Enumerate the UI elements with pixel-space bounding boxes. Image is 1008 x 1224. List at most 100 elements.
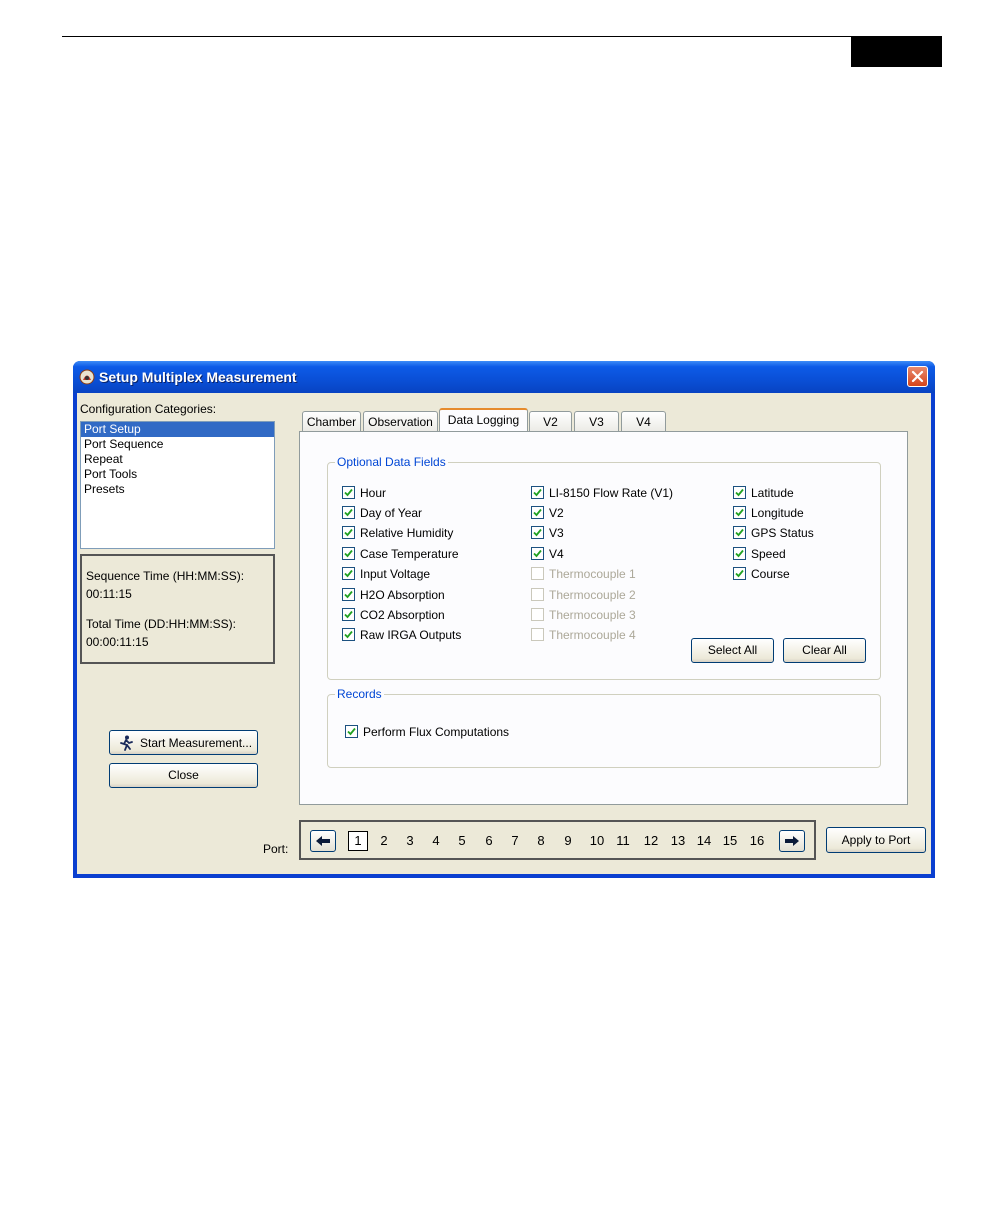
checkmark-icon xyxy=(735,569,744,578)
checkmark-icon xyxy=(735,508,744,517)
port-number-1[interactable]: 1 xyxy=(348,831,368,851)
previous-port-button[interactable] xyxy=(310,830,336,852)
licor-app-icon xyxy=(79,369,95,385)
field-raw-irga-outputs-checkbox[interactable] xyxy=(342,628,355,641)
field-day-of-year-checkbox[interactable] xyxy=(342,506,355,519)
next-port-button[interactable] xyxy=(779,830,805,852)
arrow-right-icon xyxy=(785,836,799,846)
field-v3-checkbox[interactable] xyxy=(531,526,544,539)
title-bar[interactable]: Setup Multiplex Measurement xyxy=(73,361,935,393)
arrow-left-icon xyxy=(316,836,330,846)
apply-to-port-button[interactable]: Apply to Port xyxy=(826,827,926,853)
field-gps-status-label: GPS Status xyxy=(751,526,814,540)
port-number-15[interactable]: 15 xyxy=(719,833,741,848)
page-header-rule xyxy=(62,36,942,37)
page-section-tab xyxy=(851,37,942,67)
field-h2o-absorption-checkbox[interactable] xyxy=(342,588,355,601)
field-v2-checkbox[interactable] xyxy=(531,506,544,519)
field-v4-label: V4 xyxy=(549,547,564,561)
port-number-2[interactable]: 2 xyxy=(373,833,395,848)
field-course-checkbox[interactable] xyxy=(733,567,746,580)
port-number-4[interactable]: 4 xyxy=(425,833,447,848)
port-number-13[interactable]: 13 xyxy=(667,833,689,848)
clear-all-button[interactable]: Clear All xyxy=(783,638,866,663)
field-input-voltage-checkbox[interactable] xyxy=(342,567,355,580)
tab-v3[interactable]: V3 xyxy=(574,411,619,431)
category-repeat[interactable]: Repeat xyxy=(81,452,274,467)
field-thermocouple-3-label: Thermocouple 3 xyxy=(549,608,636,622)
field-speed-label: Speed xyxy=(751,547,786,561)
data-logging-panel: Optional Data Fields Hour Day of Year Rela… xyxy=(299,431,908,805)
field-v2-label: V2 xyxy=(549,506,564,520)
checkmark-icon xyxy=(344,488,353,497)
close-icon xyxy=(911,370,924,383)
checkmark-icon xyxy=(344,569,353,578)
field-thermocouple-4-checkbox xyxy=(531,628,544,641)
category-port-tools[interactable]: Port Tools xyxy=(81,467,274,482)
field-thermocouple-3-checkbox xyxy=(531,608,544,621)
field-course-label: Course xyxy=(751,567,790,581)
field-hour-checkbox[interactable] xyxy=(342,486,355,499)
start-measurement-button[interactable]: Start Measurement... xyxy=(109,730,258,755)
category-port-sequence[interactable]: Port Sequence xyxy=(81,437,274,452)
field-case-temperature-label: Case Temperature xyxy=(360,547,459,561)
checkmark-icon xyxy=(344,590,353,599)
field-case-temperature-checkbox[interactable] xyxy=(342,547,355,560)
checkmark-icon xyxy=(533,528,542,537)
sequence-time-value: 00:11:15 xyxy=(86,587,132,601)
port-number-7[interactable]: 7 xyxy=(504,833,526,848)
port-number-12[interactable]: 12 xyxy=(640,833,662,848)
port-number-16[interactable]: 16 xyxy=(746,833,768,848)
select-all-button[interactable]: Select All xyxy=(691,638,774,663)
field-thermocouple-2-checkbox xyxy=(531,588,544,601)
port-label: Port: xyxy=(263,842,289,856)
checkmark-icon xyxy=(735,488,744,497)
field-latitude-checkbox[interactable] xyxy=(733,486,746,499)
field-v4-checkbox[interactable] xyxy=(531,547,544,560)
running-person-icon xyxy=(120,735,133,751)
tab-data-logging[interactable]: Data Logging xyxy=(439,408,528,431)
setup-multiplex-window: Setup Multiplex Measurement Configuratio… xyxy=(73,361,935,878)
checkmark-icon xyxy=(344,630,353,639)
window-close-button[interactable] xyxy=(907,366,928,387)
port-number-3[interactable]: 3 xyxy=(399,833,421,848)
field-longitude-label: Longitude xyxy=(751,506,804,520)
field-speed-checkbox[interactable] xyxy=(733,547,746,560)
port-number-11[interactable]: 11 xyxy=(612,833,634,848)
window-client-area: Configuration Categories: Port Setup Por… xyxy=(77,393,931,874)
close-button[interactable]: Close xyxy=(109,763,258,788)
category-port-setup[interactable]: Port Setup xyxy=(81,422,274,437)
tab-chamber[interactable]: Chamber xyxy=(302,411,361,431)
port-number-5[interactable]: 5 xyxy=(451,833,473,848)
perform-flux-checkbox[interactable] xyxy=(345,725,358,738)
port-number-6[interactable]: 6 xyxy=(478,833,500,848)
perform-flux-label: Perform Flux Computations xyxy=(363,725,510,739)
port-number-10[interactable]: 10 xyxy=(586,833,608,848)
categories-listbox[interactable]: Port Setup Port Sequence Repeat Port Too… xyxy=(80,421,275,549)
tab-v2[interactable]: V2 xyxy=(529,411,572,431)
checkmark-icon xyxy=(347,727,356,736)
field-raw-irga-outputs-label: Raw IRGA Outputs xyxy=(360,628,462,642)
field-co2-absorption-checkbox[interactable] xyxy=(342,608,355,621)
field-co2-absorption-label: CO2 Absorption xyxy=(360,608,445,622)
optional-data-fields-title: Optional Data Fields xyxy=(335,455,448,469)
tab-v4[interactable]: V4 xyxy=(621,411,666,431)
sequence-time-label: Sequence Time (HH:MM:SS): xyxy=(86,569,245,583)
checkmark-icon xyxy=(344,508,353,517)
checkmark-icon xyxy=(344,528,353,537)
port-number-14[interactable]: 14 xyxy=(693,833,715,848)
field-longitude-checkbox[interactable] xyxy=(733,506,746,519)
tab-observation[interactable]: Observation xyxy=(363,411,438,431)
checkmark-icon xyxy=(735,528,744,537)
field-h2o-absorption-label: H2O Absorption xyxy=(360,588,445,602)
port-number-8[interactable]: 8 xyxy=(530,833,552,848)
field-thermocouple-4-label: Thermocouple 4 xyxy=(549,628,636,642)
start-measurement-label: Start Measurement... xyxy=(140,736,253,750)
checkmark-icon xyxy=(735,549,744,558)
field-relative-humidity-checkbox[interactable] xyxy=(342,526,355,539)
field-gps-status-checkbox[interactable] xyxy=(733,526,746,539)
category-presets[interactable]: Presets xyxy=(81,482,274,497)
checkmark-icon xyxy=(533,549,542,558)
port-number-9[interactable]: 9 xyxy=(557,833,579,848)
field-li-8150-flow-rate-v1-checkbox[interactable] xyxy=(531,486,544,499)
